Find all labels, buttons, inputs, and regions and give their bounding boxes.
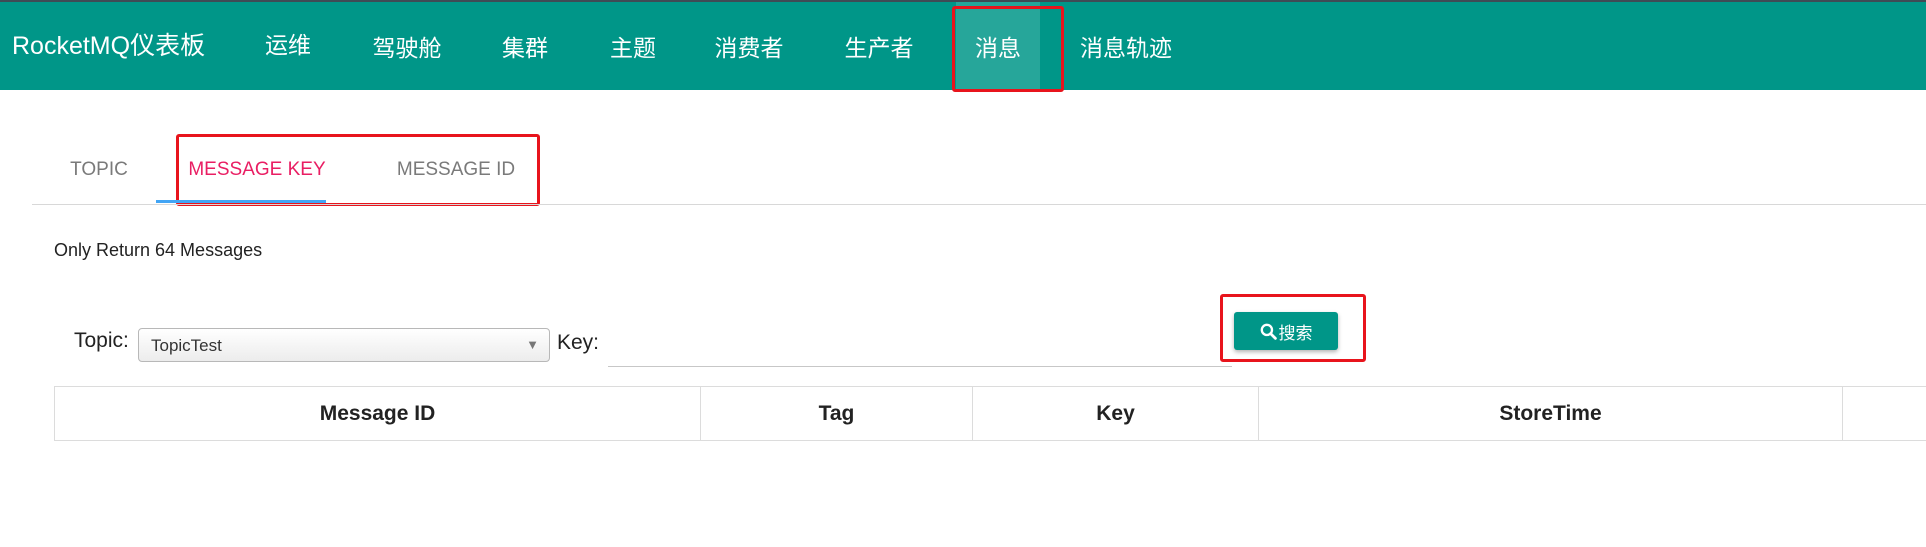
search-button[interactable]: 搜索 [1234, 312, 1338, 350]
nav-item-dashboard[interactable]: 驾驶舱 [364, 2, 450, 90]
column-header-storetime[interactable]: StoreTime [1259, 387, 1843, 440]
column-header-message-id[interactable]: Message ID [55, 387, 701, 440]
tab-message-id[interactable]: MESSAGE ID [376, 130, 536, 204]
nav-item-consumer[interactable]: 消费者 [708, 2, 790, 90]
brand-title[interactable]: RocketMQ仪表板 [12, 2, 205, 90]
nav-item-ops[interactable]: 运维 [256, 2, 320, 90]
search-button-label: 搜索 [1278, 323, 1313, 343]
key-label: Key: [557, 331, 600, 354]
search-icon [1260, 323, 1277, 340]
chevron-down-icon: ▼ [526, 337, 539, 352]
tab-message-key[interactable]: MESSAGE KEY [184, 130, 330, 204]
result-limit-notice: Only Return 64 Messages [54, 240, 263, 260]
active-tab-indicator [156, 200, 326, 203]
nav-item-cluster[interactable]: 集群 [490, 2, 560, 90]
column-header-key[interactable]: Key [973, 387, 1259, 440]
nav-item-message[interactable]: 消息 [956, 2, 1040, 90]
nav-item-topic[interactable]: 主题 [598, 2, 668, 90]
topic-select-value: TopicTest [151, 336, 222, 355]
nav-item-producer[interactable]: 生产者 [836, 2, 922, 90]
topic-label: Topic: [74, 329, 129, 352]
column-header-operation[interactable] [1843, 387, 1926, 440]
nav-item-message-trace[interactable]: 消息轨迹 [1076, 2, 1176, 90]
message-table: Message ID Tag Key StoreTime [54, 386, 1926, 441]
topic-select[interactable]: TopicTest ▼ [138, 328, 550, 362]
query-tabs: TOPIC MESSAGE KEY MESSAGE ID [32, 130, 1926, 205]
column-header-tag[interactable]: Tag [701, 387, 973, 440]
key-input[interactable] [608, 330, 1232, 367]
tab-topic[interactable]: TOPIC [58, 130, 140, 204]
top-navbar: RocketMQ仪表板 运维 驾驶舱 集群 主题 消费者 生产者 消息 消息轨迹 [0, 2, 1926, 90]
